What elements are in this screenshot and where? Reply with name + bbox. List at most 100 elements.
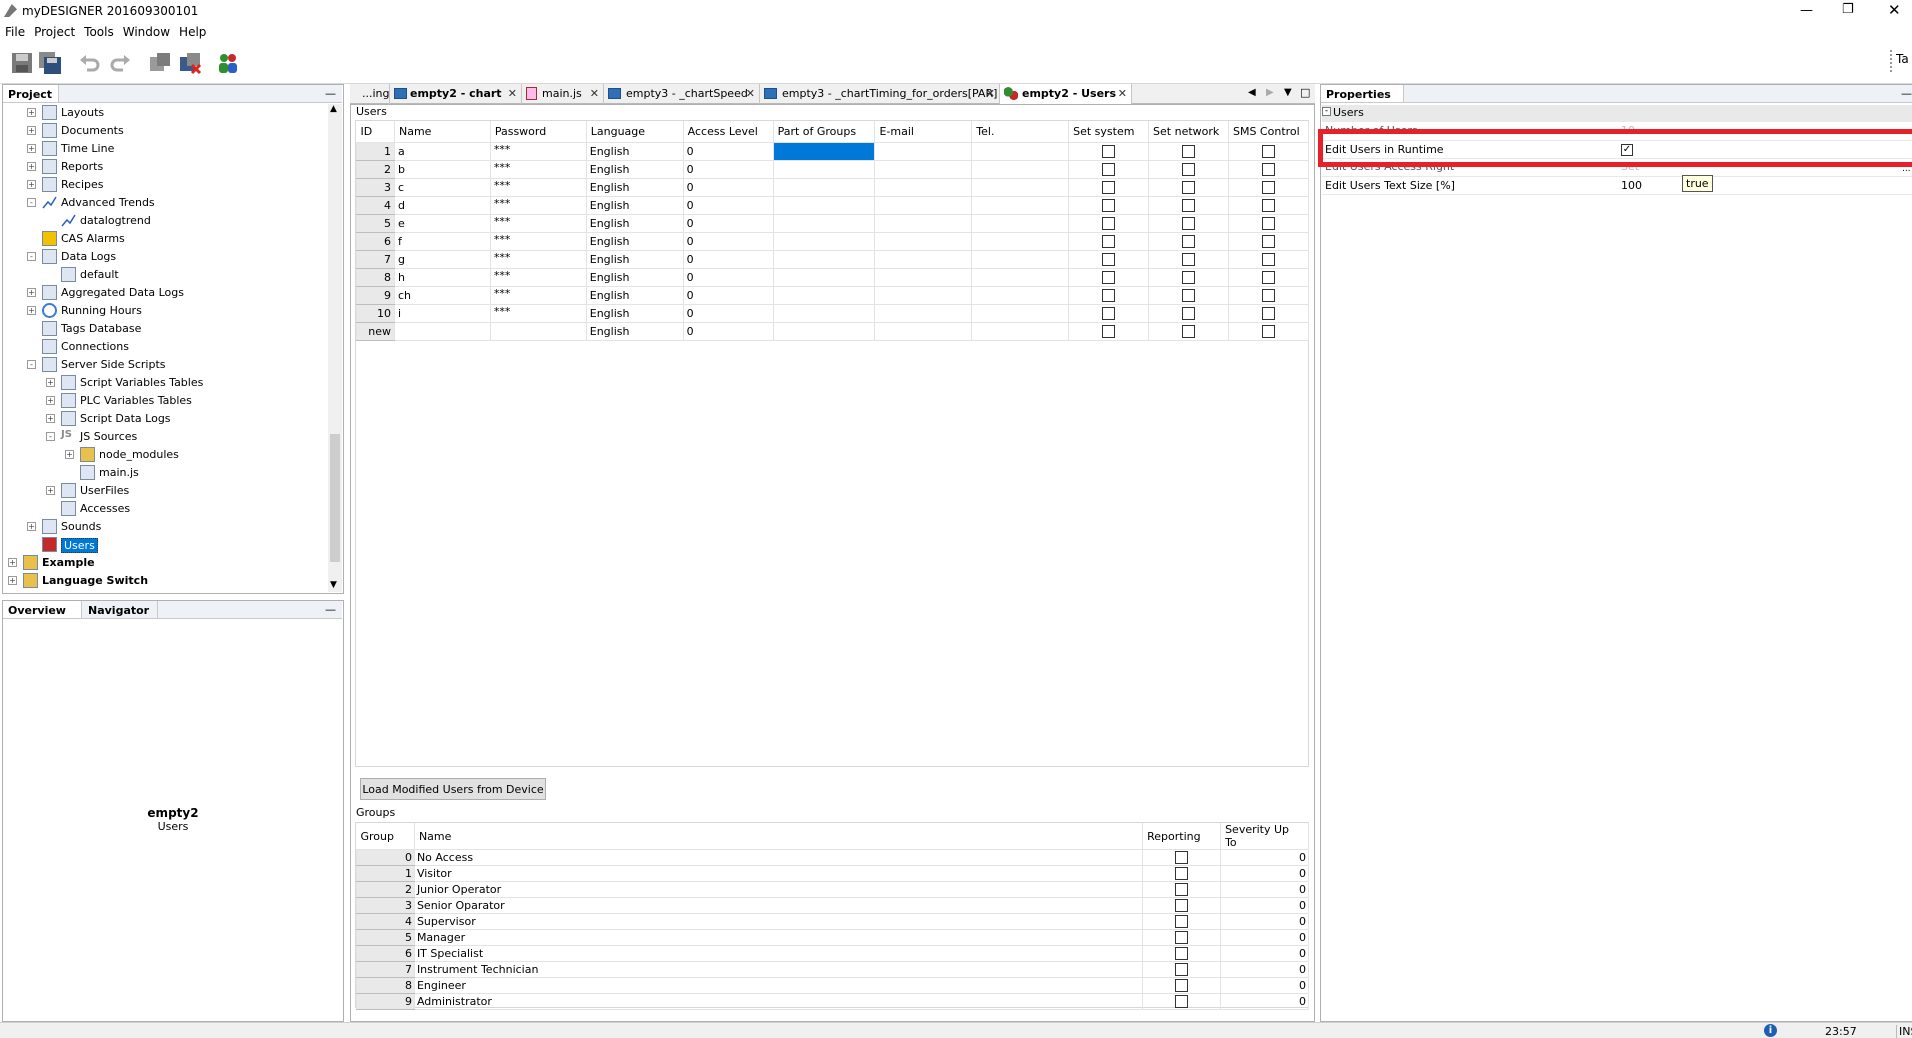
email-cell[interactable] <box>874 303 973 323</box>
users-icon[interactable] <box>216 51 242 77</box>
download-icon[interactable] <box>148 51 174 77</box>
set-system-checkbox[interactable] <box>1102 234 1116 248</box>
set-system-checkbox[interactable] <box>1102 216 1116 230</box>
scroll-down-icon[interactable]: ▼ <box>330 580 337 590</box>
part-of-groups-cell[interactable] <box>772 141 876 161</box>
severity-cell[interactable]: 0 <box>1220 977 1309 994</box>
language-cell[interactable]: English <box>585 141 684 161</box>
set-system-checkbox[interactable] <box>1102 288 1116 302</box>
tree-item[interactable]: Tags Database <box>0 320 326 338</box>
tree-item[interactable]: + Running Hours <box>0 302 326 320</box>
part-of-groups-cell[interactable] <box>772 159 876 179</box>
users-column-header[interactable]: Language <box>586 121 684 143</box>
group-name-cell[interactable]: Supervisor <box>413 913 1144 930</box>
language-cell[interactable]: English <box>585 285 684 305</box>
expand-icon[interactable]: + <box>27 288 36 297</box>
access-level-cell[interactable]: 0 <box>682 231 774 251</box>
email-cell[interactable] <box>874 321 973 341</box>
users-column-header[interactable]: Set network <box>1148 121 1229 143</box>
sms-control-checkbox[interactable] <box>1261 198 1275 212</box>
severity-cell[interactable]: 0 <box>1220 913 1309 930</box>
sms-control-checkbox[interactable] <box>1261 306 1275 320</box>
language-cell[interactable]: English <box>585 195 684 215</box>
tree-item[interactable]: + Script Variables Tables <box>0 374 326 392</box>
group-name-cell[interactable]: IT Specialist <box>413 945 1144 962</box>
part-of-groups-cell[interactable] <box>772 195 876 215</box>
password-cell[interactable]: *** <box>489 159 587 179</box>
close-tab-icon[interactable]: ✕ <box>1118 87 1127 100</box>
groups-column-header[interactable]: Severity Up To <box>1220 823 1309 850</box>
part-of-groups-cell[interactable] <box>772 267 876 287</box>
reporting-checkbox[interactable] <box>1175 995 1189 1009</box>
tel-cell[interactable] <box>971 141 1070 161</box>
more-icon[interactable]: ... <box>1902 164 1911 174</box>
tel-cell[interactable] <box>971 249 1070 269</box>
tel-cell[interactable] <box>971 285 1070 305</box>
expand-icon[interactable]: + <box>27 126 36 135</box>
password-cell[interactable]: *** <box>489 177 587 197</box>
set-network-checkbox[interactable] <box>1182 198 1196 212</box>
user-name-cell[interactable]: g <box>393 249 491 269</box>
sms-control-checkbox[interactable] <box>1261 324 1275 338</box>
set-system-checkbox[interactable] <box>1102 198 1116 212</box>
tree-item[interactable]: + node_modules <box>0 446 326 464</box>
scroll-up-icon[interactable]: ▲ <box>330 104 337 114</box>
expand-icon[interactable]: + <box>8 576 17 585</box>
group-name-cell[interactable]: Junior Operator <box>413 881 1144 898</box>
set-network-checkbox[interactable] <box>1182 288 1196 302</box>
group-name-cell[interactable]: Engineer <box>413 977 1144 994</box>
email-cell[interactable] <box>874 249 973 269</box>
tel-cell[interactable] <box>971 213 1070 233</box>
group-name-cell[interactable]: Visitor <box>413 865 1144 882</box>
tree-item[interactable]: + Reports <box>0 158 326 176</box>
set-network-checkbox[interactable] <box>1182 162 1196 176</box>
part-of-groups-cell[interactable] <box>772 249 876 269</box>
language-cell[interactable]: English <box>585 249 684 269</box>
tree-item[interactable]: main.js <box>0 464 326 482</box>
tree-item[interactable]: datalogtrend <box>0 212 326 230</box>
tel-cell[interactable] <box>971 303 1070 323</box>
user-name-cell[interactable] <box>393 321 491 341</box>
reporting-checkbox[interactable] <box>1175 963 1189 977</box>
password-cell[interactable]: *** <box>489 285 587 305</box>
set-system-checkbox[interactable] <box>1102 144 1116 158</box>
tree-item[interactable]: + Example <box>0 554 326 572</box>
language-cell[interactable]: English <box>585 303 684 323</box>
users-column-header[interactable]: Tel. <box>971 121 1070 143</box>
set-network-checkbox[interactable] <box>1182 270 1196 284</box>
expand-icon[interactable]: + <box>46 414 55 423</box>
sms-control-checkbox[interactable] <box>1261 162 1275 176</box>
sms-control-checkbox[interactable] <box>1261 252 1275 266</box>
expand-icon[interactable]: + <box>46 486 55 495</box>
group-name-cell[interactable]: Instrument Technician <box>413 961 1144 978</box>
menu-help[interactable]: Help <box>174 22 210 39</box>
tree-item[interactable]: Accesses <box>0 500 326 518</box>
tab-empty2-users[interactable]: empty2 - Users ✕ <box>1000 84 1132 105</box>
properties-section[interactable]: - Users <box>1322 105 1912 122</box>
group-name-cell[interactable]: No Access <box>413 849 1144 866</box>
tree-scrollbar[interactable]: ▲ ▼ <box>328 104 342 592</box>
close-tab-icon[interactable]: ✕ <box>746 87 755 100</box>
user-name-cell[interactable]: c <box>393 177 491 197</box>
access-level-cell[interactable]: 0 <box>682 321 774 341</box>
access-level-cell[interactable]: 0 <box>682 249 774 269</box>
access-level-cell[interactable]: 0 <box>682 213 774 233</box>
email-cell[interactable] <box>874 141 973 161</box>
severity-cell[interactable]: 0 <box>1220 961 1309 978</box>
collapse-icon[interactable]: - <box>46 432 55 441</box>
collapse-icon[interactable]: - <box>1322 107 1331 116</box>
collapse-icon[interactable]: - <box>27 198 36 207</box>
part-of-groups-cell[interactable] <box>772 303 876 323</box>
users-column-header[interactable]: Password <box>490 121 587 143</box>
language-cell[interactable]: English <box>585 267 684 287</box>
reporting-checkbox[interactable] <box>1175 915 1189 929</box>
user-name-cell[interactable]: h <box>393 267 491 287</box>
set-system-checkbox[interactable] <box>1102 180 1116 194</box>
tree-item[interactable]: + Time Line <box>0 140 326 158</box>
sms-control-checkbox[interactable] <box>1261 180 1275 194</box>
tree-item[interactable]: + UserFiles <box>0 482 326 500</box>
users-column-header[interactable]: Access Level <box>683 121 774 143</box>
tab-empty2-chart[interactable]: empty2 - chart ✕ <box>390 84 522 104</box>
expand-icon[interactable]: + <box>46 396 55 405</box>
password-cell[interactable] <box>489 321 587 341</box>
